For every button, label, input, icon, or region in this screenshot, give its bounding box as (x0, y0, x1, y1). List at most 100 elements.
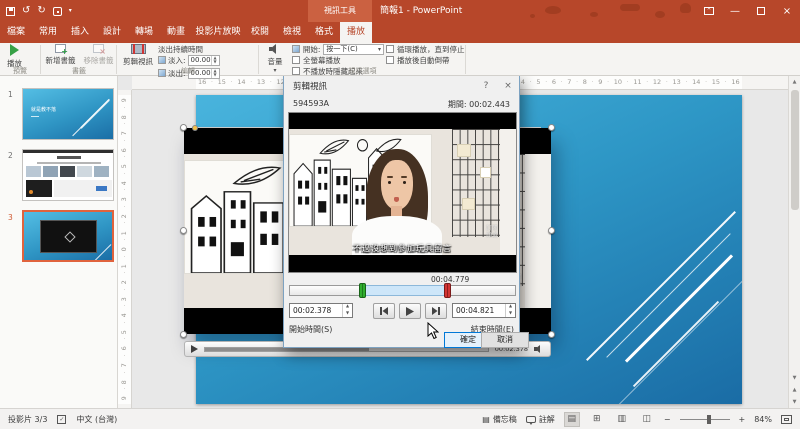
trim-video-button[interactable]: 剪輯視訊 (120, 44, 156, 67)
play-pause-button[interactable] (399, 303, 421, 319)
rewind-option-row[interactable]: 播放後自動倒帶 (386, 55, 466, 65)
undo-icon[interactable]: ↺ (22, 6, 30, 16)
start-option-label: 開始: (303, 44, 321, 55)
vertical-scrollbar[interactable]: ▲ ▼ ▲ ▼ (788, 76, 800, 408)
dialog-titlebar[interactable]: 剪輯視訊 ? × (284, 76, 519, 96)
zoom-out-button[interactable]: − (664, 415, 671, 424)
language-indicator[interactable]: 中文 (台灣) (76, 414, 117, 425)
trim-selected-region[interactable] (363, 285, 448, 296)
maximize-button[interactable] (748, 0, 774, 22)
ribbon-tab-8[interactable]: 校閱 (244, 22, 276, 43)
selection-handle[interactable] (548, 331, 555, 338)
ruler-number: 2 (121, 280, 128, 284)
qat-customize-icon[interactable]: ▾ (69, 8, 72, 14)
ribbon-tab-5[interactable]: 轉場 (128, 22, 160, 43)
ribbon-tab-3[interactable]: 插入 (64, 22, 96, 43)
save-icon[interactable] (6, 7, 15, 16)
end-time-spinner[interactable]: ▲▼ (505, 304, 515, 317)
ribbon-tabs: 檔案常用插入設計轉場動畫投影片放映校閱檢視格式播放 (0, 22, 800, 43)
add-bookmark-button[interactable]: 新增書籤 (42, 44, 79, 66)
zoom-in-button[interactable]: + (739, 415, 746, 424)
fade-in-input[interactable]: 00.00 ▲▼ (188, 55, 220, 66)
zoom-slider[interactable] (680, 419, 730, 420)
next-slide-icon[interactable]: ▼ (789, 396, 800, 408)
ruler-number: 9 (121, 396, 128, 400)
ruler-number: 6 (121, 347, 128, 351)
notes-button[interactable]: ▤ 備忘稿 (482, 414, 517, 425)
slide-thumbnails-panel: 1 就是教不落 2 3 (0, 76, 118, 408)
slide-sorter-view-button[interactable]: ⊞ (589, 412, 605, 427)
trim-start-marker[interactable] (359, 283, 366, 298)
ribbon-tab-6[interactable]: 動畫 (160, 22, 192, 43)
ribbon-tab-2[interactable]: 常用 (32, 22, 64, 43)
loop-option-row[interactable]: 循環播放，直到停止 (386, 44, 466, 54)
adjust-handle[interactable] (192, 125, 198, 131)
previous-frame-button[interactable] (373, 303, 395, 319)
zoom-level[interactable]: 84% (754, 415, 772, 424)
slide-decor-line (606, 233, 730, 357)
ribbon-tab-1[interactable]: 檔案 (0, 22, 32, 43)
start-option-select[interactable]: 按一下(C) ▾ (323, 44, 384, 55)
selection-handle[interactable] (180, 124, 187, 131)
ribbon-display-options-button[interactable]: ^ (696, 0, 722, 22)
trim-end-marker[interactable] (444, 283, 451, 298)
dialog-title: 剪輯視訊 (284, 80, 475, 92)
ribbon-tab-4[interactable]: 設計 (96, 22, 128, 43)
selection-handle[interactable] (180, 227, 187, 234)
comments-button[interactable]: 註解 (526, 414, 555, 425)
ruler-number: 13 (673, 79, 681, 86)
ribbon-tab-7[interactable]: 投影片放映 (192, 22, 244, 43)
touch-mode-icon[interactable] (53, 7, 62, 16)
loop-checkbox[interactable] (386, 45, 394, 53)
ribbon-tab-11[interactable]: 播放 (340, 22, 372, 43)
fullscreen-checkbox[interactable] (292, 56, 300, 64)
group-separator (116, 45, 117, 74)
playbar-volume-icon[interactable] (534, 345, 544, 353)
ruler-tick: · (725, 80, 727, 86)
cancel-button[interactable]: 取消 (481, 332, 529, 348)
close-button[interactable]: × (774, 0, 800, 22)
rewind-checkbox[interactable] (386, 56, 394, 64)
slide1-decor-line (80, 99, 110, 129)
group-separator (258, 45, 259, 74)
minimize-button[interactable]: — (722, 0, 748, 22)
selection-handle[interactable] (180, 331, 187, 338)
scroll-up-icon[interactable]: ▲ (789, 76, 800, 88)
fullscreen-option-row[interactable]: 全螢幕播放 (292, 55, 384, 65)
previous-slide-icon[interactable]: ▲ (789, 384, 800, 396)
zoom-slider-thumb[interactable] (707, 415, 711, 424)
ribbon-tab-9[interactable]: 檢視 (276, 22, 308, 43)
ruler-number: 7 (121, 363, 128, 367)
slide3-logo-diamond (64, 231, 75, 242)
next-frame-button[interactable] (425, 303, 447, 319)
transport-controls (373, 303, 447, 319)
slide-thumbnail-3[interactable] (22, 210, 114, 262)
person-eye (403, 181, 406, 184)
start-time-spinner[interactable]: ▲▼ (342, 304, 352, 317)
channel-watermark: 訂閱 頻道 (486, 225, 498, 239)
selection-handle[interactable] (548, 124, 555, 131)
slide-thumbnail-2[interactable] (22, 149, 114, 201)
playbar-play-icon[interactable] (191, 345, 198, 353)
ruler-number: 8 (121, 380, 128, 384)
group-separator (465, 45, 466, 74)
start-time-input[interactable]: 00:02.378 ▲▼ (289, 303, 353, 318)
slide-thumbnail-1[interactable]: 就是教不落 (22, 88, 114, 140)
slideshow-view-button[interactable]: ◫ (639, 412, 655, 427)
selection-handle[interactable] (548, 227, 555, 234)
end-time-input[interactable]: 00:04.821 ▲▼ (452, 303, 516, 318)
scroll-down-icon[interactable]: ▼ (789, 372, 800, 384)
ruler-tick: · (545, 80, 547, 86)
proofing-icon[interactable]: ✓ (57, 415, 66, 424)
fit-to-window-icon[interactable] (781, 415, 792, 424)
ribbon-tab-10[interactable]: 格式 (308, 22, 340, 43)
dialog-help-button[interactable]: ? (475, 81, 497, 91)
slide-number: 2 (8, 151, 13, 160)
scrollbar-thumb[interactable] (791, 90, 799, 210)
fade-in-spinner[interactable]: ▲▼ (211, 56, 219, 65)
reading-view-button[interactable]: ▥ (614, 412, 630, 427)
normal-view-button[interactable]: ▤ (564, 412, 580, 427)
remove-bookmark-button[interactable]: 移除書籤 (80, 44, 117, 66)
dialog-close-button[interactable]: × (497, 81, 519, 91)
redo-icon[interactable]: ↻ (37, 6, 45, 16)
